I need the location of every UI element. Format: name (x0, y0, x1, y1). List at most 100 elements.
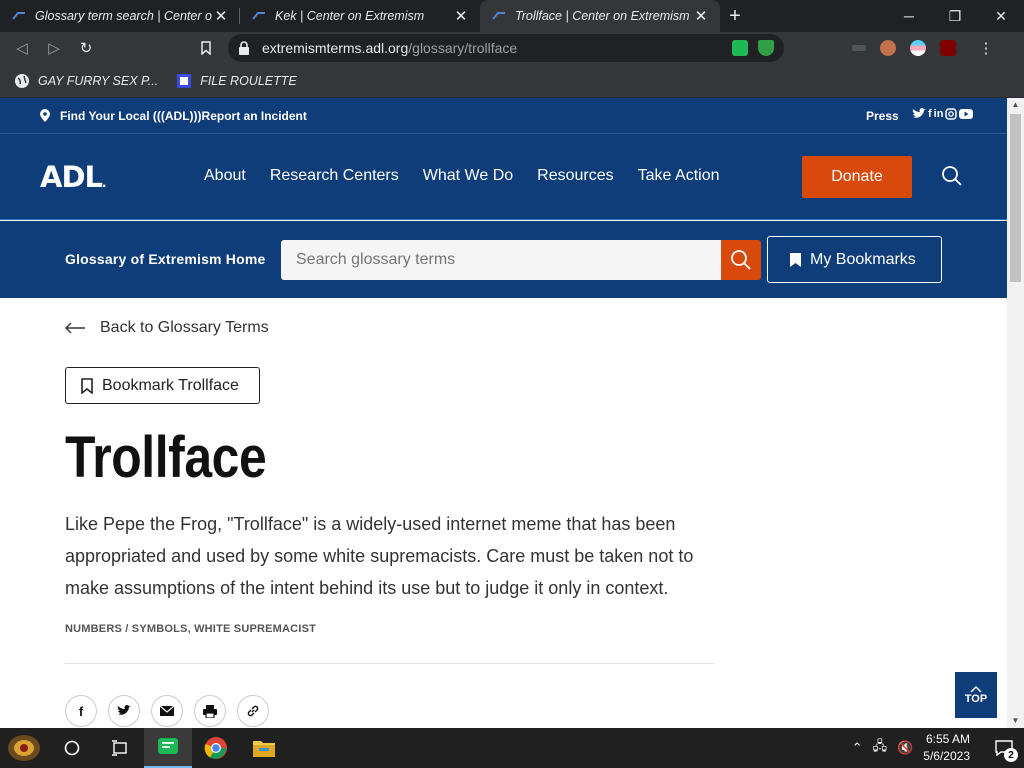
twitter-icon[interactable] (108, 695, 140, 727)
notification-count: 2 (1004, 748, 1018, 762)
tab-title: Trollface | Center on Extremism (515, 9, 690, 23)
new-tab-button[interactable]: + (720, 0, 750, 32)
press-link[interactable]: Press (866, 109, 899, 123)
extension-green-icon[interactable] (732, 40, 748, 56)
search-icon (731, 250, 751, 270)
nav-about[interactable]: About (204, 167, 246, 185)
lock-icon (239, 41, 249, 55)
adl-logo[interactable]: ADL. (40, 160, 106, 194)
glossary-search-button[interactable] (721, 240, 761, 280)
back-to-top-button[interactable]: TOP (955, 672, 997, 718)
volume-muted-icon[interactable]: 🔇 (897, 740, 913, 756)
glossary-home-link[interactable]: Glossary of Extremism Home (65, 251, 266, 267)
utility-bar: Find Your Local (((ADL))) Report an Inci… (0, 98, 1007, 134)
file-explorer-icon[interactable] (240, 728, 288, 768)
url-text: extremismterms.adl.org/glossary/trollfac… (262, 40, 517, 56)
term-tags[interactable]: NUMBERS / SYMBOLS, WHITE SUPREMACIST (65, 623, 316, 635)
window-controls: ─ ❐ ✕ (886, 0, 1024, 32)
network-icon[interactable]: 🖧 (873, 737, 888, 759)
adl-favicon-icon (252, 12, 265, 20)
file-roulette-icon (177, 73, 192, 88)
link-icon[interactable] (237, 695, 269, 727)
windows-taskbar: ⌃ 🖧 🔇 6:55 AM 5/6/2023 2 (0, 728, 1024, 768)
flag-extension-icon[interactable] (910, 40, 926, 56)
share-buttons: f (65, 695, 269, 727)
tab-trollface[interactable]: Trollface | Center on Extremism ✕ (480, 0, 720, 32)
glossary-search-input[interactable] (281, 240, 722, 280)
bookmark-item[interactable]: GAY FURRY SEX P... (14, 73, 158, 89)
bookmark-term-button[interactable]: Bookmark Trollface (65, 367, 260, 404)
back-to-glossary-link[interactable]: Back to Glossary Terms (65, 319, 269, 337)
nav-research-centers[interactable]: Research Centers (270, 167, 399, 185)
address-bar[interactable]: extremismterms.adl.org/glossary/trollfac… (228, 34, 784, 62)
bookmark-term-label: Bookmark Trollface (102, 376, 239, 394)
scroll-up-icon[interactable]: ▲ (1007, 98, 1024, 112)
toolbar-right-icons: ⋮ (852, 32, 1002, 64)
chrome-icon[interactable] (192, 728, 240, 768)
youtube-icon[interactable] (959, 108, 974, 120)
chat-app-icon[interactable] (144, 728, 192, 768)
donate-button[interactable]: Donate (802, 156, 912, 198)
close-tab-icon[interactable]: ✕ (452, 7, 470, 25)
shield-extension-icon[interactable] (758, 40, 774, 56)
browser-tab-strip: Glossary term search | Center on Extremi… (0, 0, 1024, 32)
close-tab-icon[interactable]: ✕ (212, 7, 230, 25)
action-center-button[interactable]: 2 (984, 728, 1024, 768)
back-link-label: Back to Glossary Terms (100, 319, 269, 336)
my-bookmarks-button[interactable]: My Bookmarks (767, 236, 942, 283)
clock-date: 5/6/2023 (923, 749, 970, 763)
restore-icon[interactable]: ❐ (932, 0, 978, 32)
task-view-icon[interactable] (96, 728, 144, 768)
scroll-down-icon[interactable]: ▼ (1007, 714, 1024, 728)
adl-favicon-icon (12, 12, 25, 20)
search-icon[interactable] (941, 165, 963, 187)
my-bookmarks-label: My Bookmarks (810, 250, 916, 268)
cortana-search-icon[interactable] (48, 728, 96, 768)
facebook-icon[interactable]: f (928, 108, 932, 120)
minimize-icon[interactable]: ─ (886, 0, 932, 32)
mail-icon[interactable] (151, 695, 183, 727)
clock-time: 6:55 AM (925, 732, 970, 746)
find-local-link[interactable]: Find Your Local (((ADL))) (60, 109, 202, 123)
facebook-icon[interactable]: f (65, 695, 97, 727)
menu-kebab-icon[interactable]: ⋮ (970, 32, 1002, 64)
clock[interactable]: 6:55 AM 5/6/2023 (923, 731, 970, 765)
close-tab-icon[interactable]: ✕ (692, 7, 710, 25)
tab-title: Glossary term search | Center on Extremi… (35, 9, 212, 23)
report-incident-link[interactable]: Report an Incident (202, 109, 307, 123)
adl-favicon-icon (492, 12, 505, 20)
profile-avatar-icon[interactable] (880, 40, 896, 56)
system-tray: ⌃ 🖧 🔇 6:55 AM 5/6/2023 2 (842, 728, 1024, 768)
nav-take-action[interactable]: Take Action (638, 167, 720, 185)
nav-resources[interactable]: Resources (537, 167, 613, 185)
utility-links: Find Your Local (((ADL))) Report an Inci… (40, 109, 307, 123)
chevron-up-icon[interactable]: ⌃ (852, 740, 863, 756)
forward-arrow-icon[interactable]: ▷ (38, 32, 70, 64)
page-viewport: Find Your Local (((ADL))) Report an Inci… (0, 98, 1007, 728)
back-arrow-icon[interactable]: ◁ (6, 32, 38, 64)
ublock-icon[interactable] (940, 40, 956, 56)
location-pin-icon (40, 109, 50, 122)
twitter-icon[interactable] (912, 108, 926, 120)
logo-text: ADL (40, 160, 103, 194)
close-window-icon[interactable]: ✕ (978, 0, 1024, 32)
reload-icon[interactable]: ↻ (70, 32, 102, 64)
start-button[interactable] (0, 728, 48, 768)
tab-kek[interactable]: Kek | Center on Extremism ✕ (240, 0, 480, 32)
print-icon[interactable] (194, 695, 226, 727)
social-links: f in (912, 108, 974, 120)
extension-icon[interactable] (852, 45, 866, 51)
bookmark-item[interactable]: FILE ROULETTE (176, 73, 297, 89)
browser-toolbar: ◁ ▷ ↻ extremismterms.adl.org/glossary/tr… (0, 32, 1024, 64)
scrollbar-thumb[interactable] (1010, 114, 1021, 282)
top-label: TOP (964, 692, 988, 705)
tab-glossary-search[interactable]: Glossary term search | Center on Extremi… (0, 0, 240, 32)
bookmark-star-icon[interactable] (190, 32, 222, 64)
term-title: Trollface (65, 425, 267, 490)
nav-what-we-do[interactable]: What We Do (423, 167, 513, 185)
instagram-icon[interactable] (945, 108, 958, 120)
bookmark-label: GAY FURRY SEX P... (38, 73, 159, 88)
linkedin-icon[interactable]: in (934, 108, 944, 120)
chevron-up-icon (970, 685, 982, 693)
page-scrollbar[interactable]: ▲ ▼ (1007, 98, 1024, 728)
